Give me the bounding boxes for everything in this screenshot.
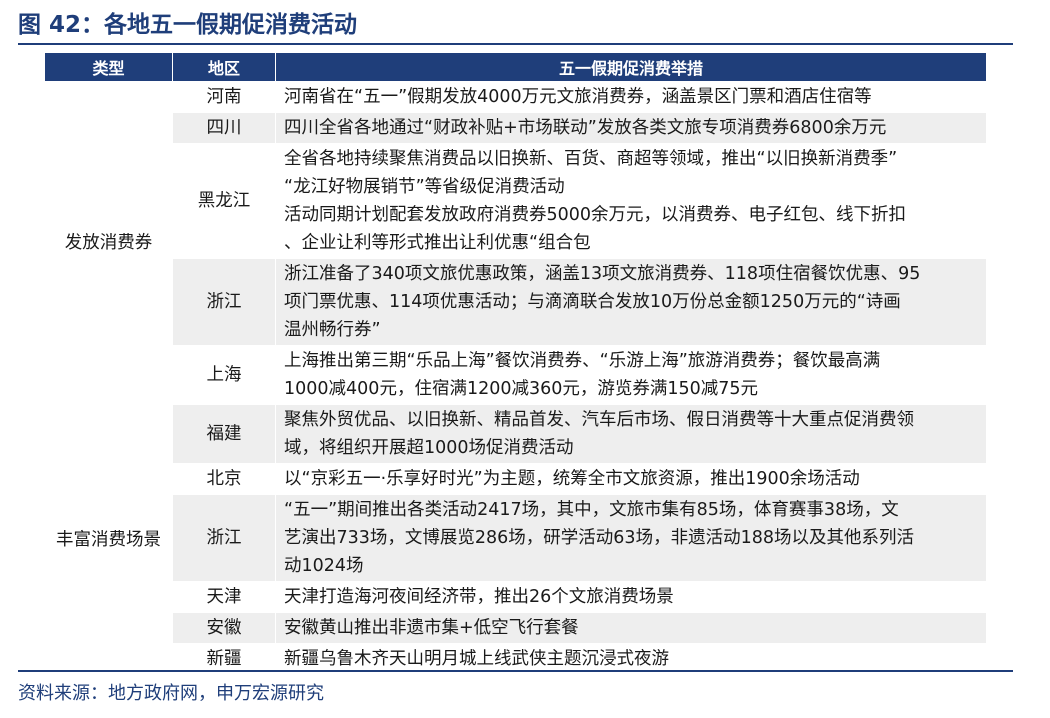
table-row: 丰富消费场景 福建 聚焦外贸优品、以旧换新、精品首发、汽车后市场、假日消费等十大… bbox=[44, 404, 987, 675]
measure-cell: 上海推出第三期“乐品上海”餐饮消费券、“乐游上海”旅游消费券；餐饮最高满 100… bbox=[275, 345, 987, 405]
measure-cell: 天津打造海河夜间经济带，推出26个文旅消费场景 bbox=[275, 581, 987, 613]
category-cell-coupons: 发放消费券 bbox=[44, 81, 173, 405]
table-row: 安徽 安徽黄山推出非遗市集+低空飞行套餐 bbox=[45, 612, 987, 644]
region-cell: 四川 bbox=[172, 112, 276, 144]
region-cell: 福建 bbox=[172, 404, 276, 464]
title-rule bbox=[18, 43, 1013, 45]
table-row: 北京 以“京彩五一·乐享好时光”为主题，统筹全市文旅资源，推出1900余场活动 bbox=[45, 463, 987, 495]
table-row: 浙江 浙江准备了340项文旅优惠政策，涵盖13项文旅消费券、118项住宿餐饮优惠… bbox=[45, 258, 987, 346]
measure-cell: 以“京彩五一·乐享好时光”为主题，统筹全市文旅资源，推出1900余场活动 bbox=[275, 463, 987, 495]
figure-title: 图 42：各地五一假期促消费活动 bbox=[18, 12, 358, 38]
table-header-row: 类型 地区 五一假期促消费举措 bbox=[44, 52, 987, 82]
region-cell: 浙江 bbox=[172, 258, 276, 346]
measure-cell: 安徽黄山推出非遗市集+低空飞行套餐 bbox=[275, 612, 987, 644]
region-cell: 浙江 bbox=[172, 494, 276, 582]
measures-table: 类型 地区 五一假期促消费举措 发放消费券 河南 河南省在“五一”假期发放400… bbox=[44, 52, 987, 675]
table-row: 浙江 “五一”期间推出各类活动2417场，其中，文旅市集有85场，体育赛事38场… bbox=[45, 494, 987, 582]
measure-cell: “五一”期间推出各类活动2417场，其中，文旅市集有85场，体育赛事38场，文 … bbox=[275, 494, 987, 582]
region-cell: 河南 bbox=[172, 81, 276, 113]
region-cell: 黑龙江 bbox=[172, 143, 276, 259]
table-row: 发放消费券 河南 河南省在“五一”假期发放4000万元文旅消费券，涵盖景区门票和… bbox=[44, 81, 987, 405]
table-row: 上海 上海推出第三期“乐品上海”餐饮消费券、“乐游上海”旅游消费券；餐饮最高满 … bbox=[45, 345, 987, 405]
measure-cell: 四川全省各地通过“财政补贴+市场联动”发放各类文旅专项消费券6800余万元 bbox=[275, 112, 987, 144]
header-region: 地区 bbox=[172, 52, 276, 82]
region-cell: 安徽 bbox=[172, 612, 276, 644]
region-cell: 上海 bbox=[172, 345, 276, 405]
measure-cell: 浙江准备了340项文旅优惠政策，涵盖13项文旅消费券、118项住宿餐饮优惠、95… bbox=[275, 258, 987, 346]
region-cell: 天津 bbox=[172, 581, 276, 613]
source-note: 资料来源：地方政府网，申万宏源研究 bbox=[18, 683, 324, 704]
region-cell: 北京 bbox=[172, 463, 276, 495]
bottom-rule bbox=[18, 670, 1013, 672]
table-row: 天津 天津打造海河夜间经济带，推出26个文旅消费场景 bbox=[45, 581, 987, 613]
category-cell-scenes: 丰富消费场景 bbox=[44, 404, 173, 675]
header-measures: 五一假期促消费举措 bbox=[275, 52, 987, 82]
measure-cell: 河南省在“五一”假期发放4000万元文旅消费券，涵盖景区门票和酒店住宿等 bbox=[275, 81, 987, 113]
measure-cell: 聚焦外贸优品、以旧换新、精品首发、汽车后市场、假日消费等十大重点促消费领 域，将… bbox=[275, 404, 987, 464]
table-row: 四川 四川全省各地通过“财政补贴+市场联动”发放各类文旅专项消费券6800余万元 bbox=[45, 112, 987, 144]
table-row: 黑龙江 全省各地持续聚焦消费品以旧换新、百货、商超等领域，推出“以旧换新消费季”… bbox=[45, 143, 987, 259]
measure-cell: 全省各地持续聚焦消费品以旧换新、百货、商超等领域，推出“以旧换新消费季” “龙江… bbox=[275, 143, 987, 259]
header-type: 类型 bbox=[44, 52, 173, 82]
